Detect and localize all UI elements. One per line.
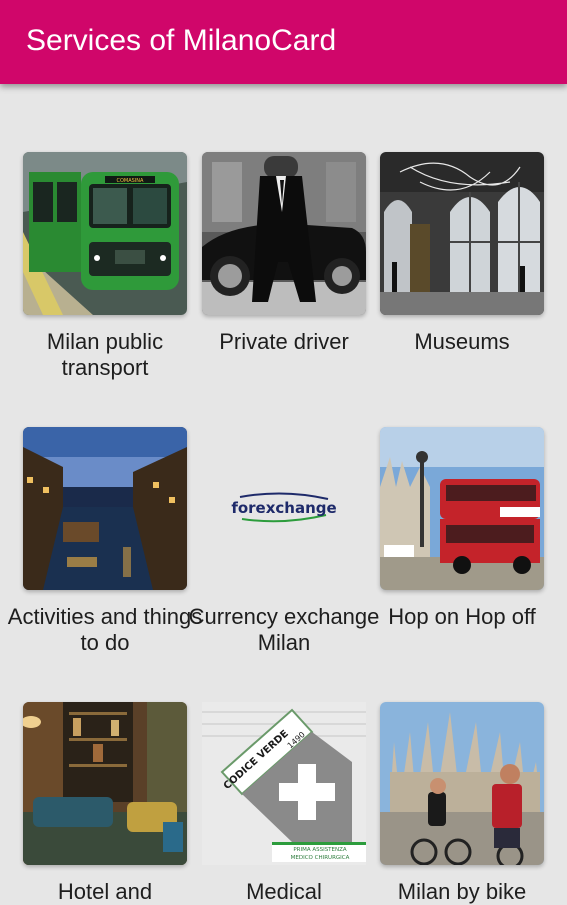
navigli-canal-photo <box>23 427 187 590</box>
service-tile-hotel[interactable]: Hotel and <box>23 702 187 905</box>
logo-text: forexchange <box>231 499 336 517</box>
tour-bus-photo <box>380 427 544 590</box>
service-label: Hop on Hop off <box>388 604 536 629</box>
service-tile-hop-on-hop-off[interactable]: Hop on Hop off <box>380 427 544 630</box>
service-label: Hotel and <box>57 879 153 904</box>
duomo-bike-photo <box>380 702 544 865</box>
service-label: Museums <box>414 329 510 354</box>
page-title: Services of MilanoCard <box>26 24 337 57</box>
codice-verde-logo: CODICE VERDE 1490 PRIMA ASSISTENZA MEDIC… <box>202 702 366 865</box>
chauffeur-car-photo <box>202 152 366 315</box>
logo-subtext: PRIMA ASSISTENZA <box>293 847 347 853</box>
service-label: Activities and things to do <box>7 604 203 655</box>
svg-text:COMASINA: COMASINA <box>117 178 145 184</box>
service-label: Private driver <box>219 329 349 354</box>
museum-hall-photo <box>380 152 544 315</box>
logo-subtext: MEDICO CHIRURGICA <box>291 855 350 861</box>
services-grid: COMASINA Milan public transport Private … <box>0 0 567 904</box>
service-label: Milan public transport <box>46 329 164 380</box>
service-tile-bike[interactable]: Milan by bike <box>380 702 544 905</box>
metro-train-photo: COMASINA <box>23 152 187 315</box>
service-label: Medical <box>246 879 322 904</box>
service-tile-museums[interactable]: Museums <box>380 152 544 355</box>
hotel-lobby-photo <box>23 702 187 865</box>
service-tile-private-driver[interactable]: Private driver <box>202 152 366 355</box>
service-tile-currency-exchange[interactable]: forexchange Currency exchange Milan <box>189 427 379 656</box>
service-label: Milan by bike <box>397 879 527 904</box>
service-tile-public-transport[interactable]: COMASINA Milan public transport <box>23 152 187 381</box>
app-bar: Services of MilanoCard <box>0 0 567 84</box>
service-label: Currency exchange Milan <box>188 604 380 655</box>
forexchange-logo: forexchange <box>202 427 366 590</box>
service-tile-medical[interactable]: CODICE VERDE 1490 PRIMA ASSISTENZA MEDIC… <box>202 702 366 905</box>
service-tile-activities[interactable]: Activities and things to do <box>8 427 202 656</box>
